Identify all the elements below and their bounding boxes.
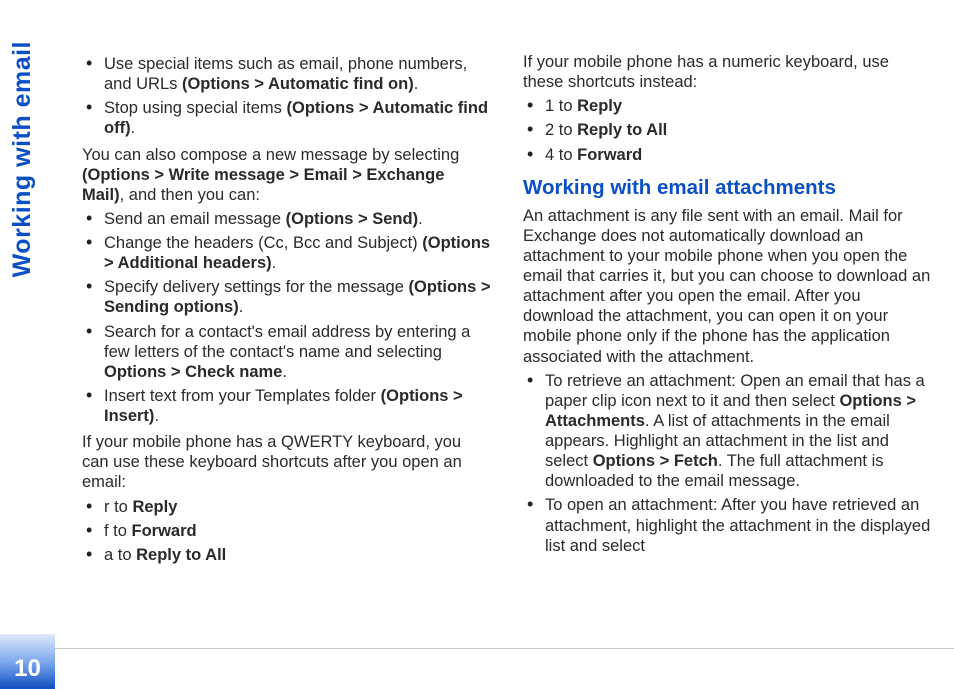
page-number: 10: [14, 655, 41, 683]
list-item: Insert text from your Templates folder (…: [82, 386, 491, 426]
text-run: a to: [104, 546, 136, 564]
text-run: .: [418, 210, 423, 228]
section-heading: Working with email attachments: [523, 175, 932, 200]
text-run: Search for a contact's email address by …: [104, 323, 470, 361]
list-item: 2 to Reply to All: [523, 120, 932, 140]
bullet-list: To retrieve an attachment: Open an email…: [523, 371, 932, 556]
text-run: You can also compose a new message by se…: [82, 146, 459, 164]
text-bold: (Options > Automatic find on): [182, 75, 414, 93]
text-bold: Reply: [577, 97, 622, 115]
text-run: .: [282, 363, 287, 381]
column-left: Use special items such as email, phone n…: [82, 52, 491, 617]
text-run: 1 to: [545, 97, 577, 115]
paragraph: If your mobile phone has a numeric keybo…: [523, 52, 932, 92]
list-item: To retrieve an attachment: Open an email…: [523, 371, 932, 492]
bullet-list: Use special items such as email, phone n…: [82, 54, 491, 139]
text-bold: (Options > Send): [286, 210, 418, 228]
bullet-list: Send an email message (Options > Send). …: [82, 209, 491, 426]
text-run: .: [239, 298, 244, 316]
text-run: r to: [104, 498, 132, 516]
text-bold: Forward: [132, 522, 197, 540]
text-bold: Reply to All: [577, 121, 667, 139]
list-item: Change the headers (Cc, Bcc and Subject)…: [82, 233, 491, 273]
list-item: a to Reply to All: [82, 545, 491, 565]
bullet-list: 1 to Reply 2 to Reply to All 4 to Forwar…: [523, 96, 932, 164]
text-run: To open an attachment: After you have re…: [545, 496, 930, 554]
list-item: 1 to Reply: [523, 96, 932, 116]
text-run: .: [414, 75, 419, 93]
list-item: Stop using special items (Options > Auto…: [82, 98, 491, 138]
side-title-container: Working with email: [6, 0, 56, 689]
text-bold: Reply to All: [136, 546, 226, 564]
text-bold: Options > Fetch: [593, 452, 718, 470]
text-bold: Forward: [577, 146, 642, 164]
list-item: Send an email message (Options > Send).: [82, 209, 491, 229]
paragraph: You can also compose a new message by se…: [82, 145, 491, 205]
text-run: .: [272, 254, 277, 272]
text-run: Send an email message: [104, 210, 286, 228]
page-number-box: 10: [0, 634, 55, 689]
list-item: To open an attachment: After you have re…: [523, 495, 932, 555]
text-run: 2 to: [545, 121, 577, 139]
list-item: f to Forward: [82, 521, 491, 541]
text-run: Stop using special items: [104, 99, 287, 117]
paragraph: An attachment is any file sent with an e…: [523, 206, 932, 367]
list-item: Use special items such as email, phone n…: [82, 54, 491, 94]
text-run: Insert text from your Templates folder: [104, 387, 381, 405]
text-run: , and then you can:: [120, 186, 260, 204]
list-item: 4 to Forward: [523, 145, 932, 165]
text-run: Specify delivery settings for the messag…: [104, 278, 408, 296]
list-item: Specify delivery settings for the messag…: [82, 277, 491, 317]
bullet-list: r to Reply f to Forward a to Reply to Al…: [82, 497, 491, 565]
text-run: 4 to: [545, 146, 577, 164]
list-item: Search for a contact's email address by …: [82, 322, 491, 382]
text-bold: Reply: [132, 498, 177, 516]
paragraph: If your mobile phone has a QWERTY keyboa…: [82, 432, 491, 492]
text-run: .: [131, 119, 136, 137]
text-run: f to: [104, 522, 132, 540]
text-run: .: [154, 407, 159, 425]
text-run: Change the headers (Cc, Bcc and Subject): [104, 234, 422, 252]
column-right: If your mobile phone has a numeric keybo…: [523, 52, 932, 617]
footer-rule: [55, 648, 954, 649]
list-item: r to Reply: [82, 497, 491, 517]
text-bold: Options > Check name: [104, 363, 282, 381]
content-columns: Use special items such as email, phone n…: [82, 52, 932, 617]
side-title: Working with email: [8, 41, 37, 277]
